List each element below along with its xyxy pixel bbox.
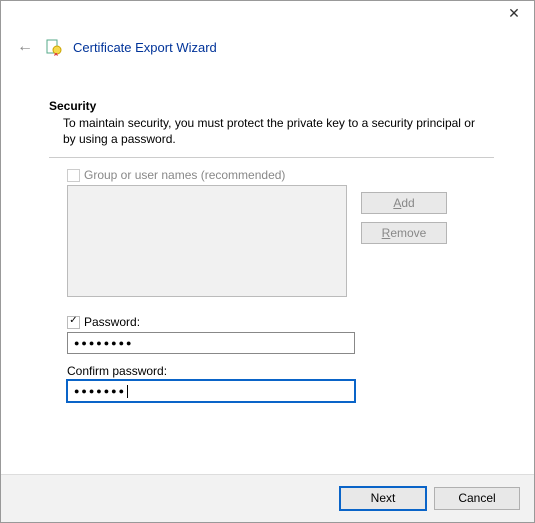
- wizard-title: Certificate Export Wizard: [73, 40, 217, 55]
- password-checkbox-label: Password:: [84, 315, 140, 329]
- group-names-listbox: [67, 185, 347, 297]
- confirm-password-value: ●●●●●●●: [74, 386, 126, 396]
- group-names-option: Group or user names (recommended): [67, 168, 347, 182]
- remove-button-rest: emove: [390, 226, 426, 240]
- password-value: ●●●●●●●●: [74, 338, 134, 348]
- group-names-checkbox: [67, 169, 80, 182]
- password-input[interactable]: ●●●●●●●●: [67, 332, 355, 354]
- close-button[interactable]: ✕: [494, 1, 534, 25]
- group-names-label: Group or user names (recommended): [84, 168, 285, 182]
- password-checkbox[interactable]: [67, 316, 80, 329]
- back-arrow-icon: ←: [17, 38, 33, 56]
- security-description: To maintain security, you must protect t…: [49, 115, 494, 147]
- confirm-password-label: Confirm password:: [67, 364, 494, 378]
- add-button-rest: dd: [401, 196, 414, 210]
- wizard-footer: Next Cancel: [1, 474, 534, 522]
- certificate-wizard-icon: [45, 38, 63, 56]
- confirm-password-input[interactable]: ●●●●●●●: [67, 380, 355, 402]
- wizard-window: ✕ ← Certificate Export Wizard Security T…: [0, 0, 535, 523]
- remove-button: Remove: [361, 222, 447, 244]
- next-button[interactable]: Next: [340, 487, 426, 510]
- wizard-header: ← Certificate Export Wizard: [1, 29, 534, 71]
- password-option[interactable]: Password:: [67, 315, 494, 329]
- cancel-button[interactable]: Cancel: [434, 487, 520, 510]
- next-button-rest: ext: [379, 491, 395, 505]
- content-area: Security To maintain security, you must …: [1, 71, 534, 474]
- close-icon: ✕: [508, 5, 520, 22]
- back-button[interactable]: ←: [15, 37, 35, 57]
- divider: [49, 157, 494, 158]
- security-heading: Security: [49, 99, 494, 113]
- titlebar: ✕: [1, 1, 534, 29]
- text-caret: [127, 385, 128, 398]
- add-button: Add: [361, 192, 447, 214]
